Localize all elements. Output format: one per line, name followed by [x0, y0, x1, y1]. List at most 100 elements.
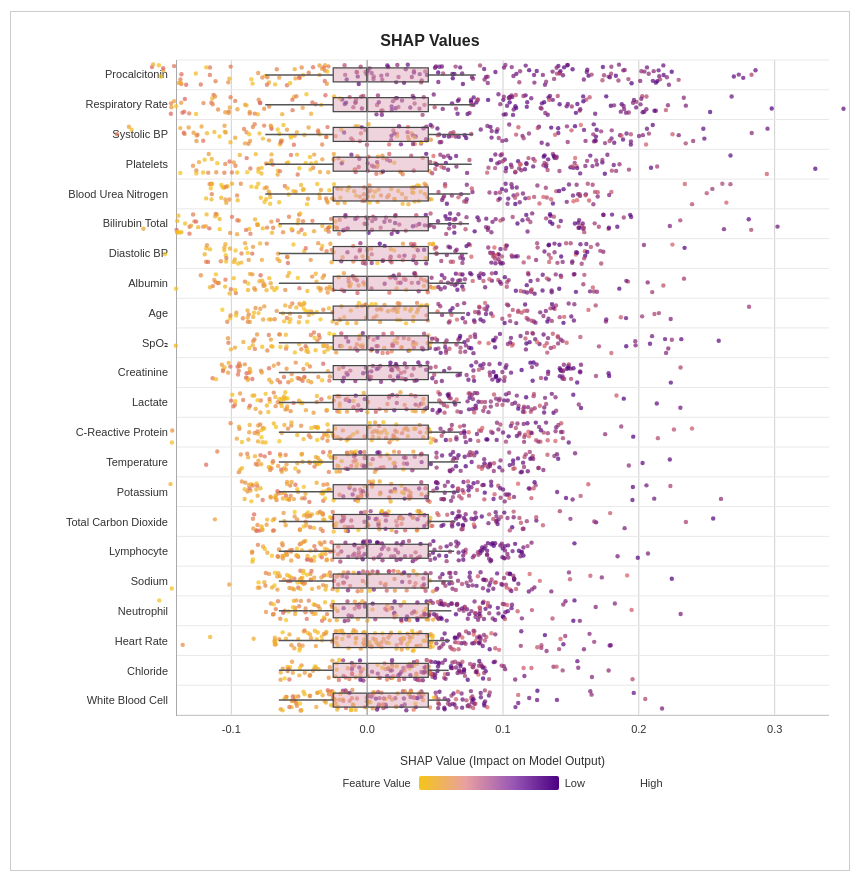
svg-point-4073: [349, 708, 353, 712]
svg-point-1496: [661, 283, 665, 287]
svg-point-1399: [540, 288, 544, 292]
svg-point-2962: [415, 509, 419, 513]
svg-point-1655: [269, 317, 273, 321]
svg-point-1046: [493, 217, 497, 221]
svg-point-2932: [265, 517, 269, 521]
svg-point-2867: [281, 511, 285, 515]
svg-point-2851: [445, 512, 449, 516]
svg-point-891: [505, 202, 509, 206]
svg-point-3696: [463, 642, 467, 646]
svg-point-3367: [274, 607, 278, 611]
svg-point-2116: [438, 392, 442, 396]
svg-point-1264: [304, 246, 308, 250]
svg-point-865: [291, 189, 295, 193]
svg-point-2077: [283, 390, 287, 394]
svg-point-1820: [633, 339, 637, 343]
svg-point-1657: [305, 320, 309, 324]
svg-point-3288: [456, 579, 460, 583]
svg-point-1311: [493, 261, 497, 265]
svg-point-728: [588, 153, 592, 157]
svg-point-4016: [468, 704, 472, 708]
svg-point-71: [194, 71, 198, 75]
svg-point-1631: [511, 308, 515, 312]
svg-point-2709: [630, 498, 634, 502]
svg-point-1762: [226, 341, 230, 345]
legend-low-label: Low: [565, 777, 585, 789]
svg-point-3862: [313, 664, 317, 668]
svg-point-1933: [447, 366, 451, 370]
svg-point-3315: [453, 571, 457, 575]
svg-point-3044: [312, 555, 316, 559]
svg-point-352: [581, 99, 585, 103]
svg-point-4045: [437, 702, 441, 706]
svg-point-3924: [516, 701, 520, 705]
svg-point-483: [539, 141, 543, 145]
svg-point-131: [184, 82, 188, 86]
svg-point-630: [227, 159, 231, 163]
svg-point-3008: [368, 539, 372, 543]
svg-point-3484: [264, 610, 268, 614]
svg-point-3114: [471, 555, 475, 559]
svg-point-2806: [480, 514, 484, 518]
svg-point-2043: [298, 377, 302, 381]
svg-point-578: [324, 135, 328, 139]
svg-point-2847: [456, 522, 460, 526]
svg-point-821: [235, 198, 239, 202]
svg-point-3649: [297, 642, 301, 646]
svg-point-3888: [576, 666, 580, 670]
svg-point-2678: [168, 482, 172, 486]
svg-point-1420: [387, 290, 391, 294]
svg-point-2949: [486, 521, 490, 525]
svg-point-1486: [439, 287, 443, 291]
svg-point-1558: [253, 306, 257, 310]
svg-point-1156: [582, 256, 586, 260]
svg-point-1175: [239, 260, 243, 264]
svg-point-2502: [458, 469, 462, 473]
svg-point-737: [245, 170, 249, 174]
svg-point-139: [654, 80, 658, 84]
svg-point-1483: [559, 275, 563, 279]
svg-point-2391: [315, 438, 319, 442]
svg-point-2091: [678, 406, 682, 410]
svg-point-3806: [492, 660, 496, 664]
svg-point-2732: [532, 480, 536, 484]
svg-point-1839: [265, 348, 269, 352]
svg-point-1632: [245, 308, 249, 312]
svg-point-2559: [519, 470, 523, 474]
svg-point-2836: [558, 509, 562, 513]
svg-point-1798: [531, 331, 535, 335]
svg-point-558: [494, 129, 498, 133]
svg-point-2413: [526, 430, 530, 434]
svg-point-3860: [307, 674, 311, 678]
svg-point-1381: [227, 291, 231, 295]
svg-point-1049: [244, 228, 248, 232]
svg-point-3436: [272, 602, 276, 606]
svg-point-942: [285, 186, 289, 190]
svg-point-3522: [563, 599, 567, 603]
svg-point-2160: [495, 402, 499, 406]
svg-point-615: [424, 152, 428, 156]
svg-point-1211: [206, 260, 210, 264]
svg-point-1718: [269, 337, 273, 341]
svg-point-840: [586, 182, 590, 186]
plot-svg: -0.10.00.10.20.3: [177, 60, 829, 715]
svg-point-1126: [213, 214, 217, 218]
svg-point-2572: [269, 466, 273, 470]
svg-point-2162: [273, 395, 277, 399]
svg-point-577: [462, 133, 466, 137]
svg-point-650: [448, 156, 452, 160]
svg-point-3126: [461, 549, 465, 553]
svg-point-1577: [514, 321, 518, 325]
svg-point-3958: [479, 695, 483, 699]
svg-point-2286: [467, 430, 471, 434]
svg-point-806: [521, 191, 525, 195]
svg-point-1444: [268, 281, 272, 285]
svg-point-3851: [477, 664, 481, 668]
svg-point-1113: [255, 223, 259, 227]
svg-point-3324: [495, 571, 499, 575]
svg-point-2411: [248, 423, 252, 427]
svg-point-4003: [307, 694, 311, 698]
svg-point-794: [305, 202, 309, 206]
svg-point-2868: [473, 510, 477, 514]
svg-point-1282: [499, 261, 503, 265]
